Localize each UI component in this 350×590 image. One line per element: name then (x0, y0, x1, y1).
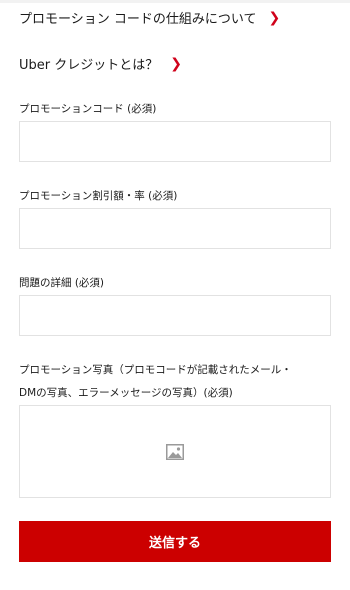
issue-detail-field-wrap (19, 295, 331, 336)
discount-field-wrap (19, 208, 331, 249)
image-icon (166, 443, 184, 460)
photo-label-line1: プロモーション写真（プロモコードが記載されたメール・ (19, 364, 292, 376)
promo-howto-label: プロモーション コードの仕組みについて (19, 12, 257, 27)
chevron-right-icon: ❯ (170, 55, 182, 72)
promo-code-input[interactable] (20, 122, 330, 161)
promo-code-field-wrap (19, 121, 331, 162)
discount-input[interactable] (20, 209, 330, 248)
uber-credit-label: Uber クレジットとは？ (19, 58, 159, 73)
discount-label: プロモーション割引額・率 (必須) (19, 190, 178, 202)
uber-credit-link[interactable]: Uber クレジットとは？ ❯ (19, 54, 182, 74)
issue-detail-input[interactable] (20, 296, 330, 335)
photo-label-line2: DMの写真、エラーメッセージの写真）(必須) (19, 387, 233, 399)
submit-button[interactable]: 送信する (19, 521, 331, 562)
photo-upload-area[interactable] (19, 405, 331, 498)
promo-howto-link[interactable]: プロモーション コードの仕組みについて ❯ (19, 8, 281, 28)
top-divider (0, 0, 350, 3)
chevron-right-icon: ❯ (268, 9, 281, 26)
issue-detail-label: 問題の詳細 (必須) (19, 277, 105, 289)
promo-code-label: プロモーションコード (必須) (19, 103, 157, 115)
